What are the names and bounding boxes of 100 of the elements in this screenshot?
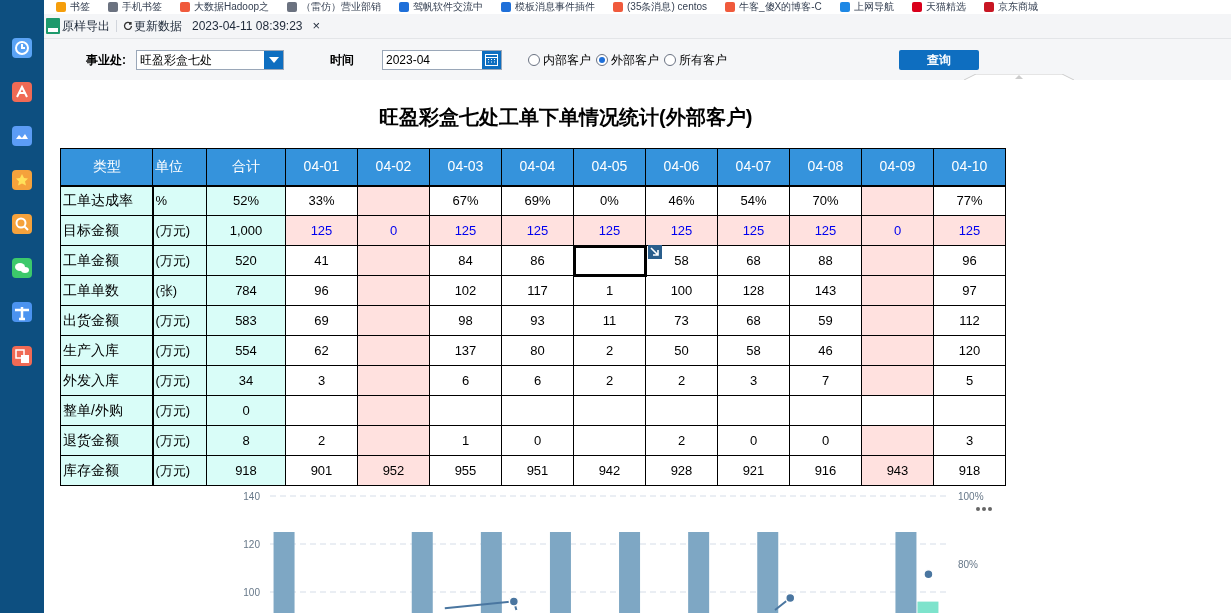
column-header: 类型 [60, 148, 153, 186]
table-cell: 125 [717, 215, 790, 246]
bookmark-link[interactable]: 手机书签 [108, 1, 162, 13]
table-cell: 125 [789, 215, 862, 246]
table-cell: 2 [285, 425, 358, 456]
table-cell: 8 [206, 425, 286, 456]
table-cell: 120 [933, 335, 1006, 366]
table-cell: 952 [357, 455, 430, 486]
customer-radio[interactable]: 内部客户 [528, 50, 591, 69]
table-cell: 1,000 [206, 215, 286, 246]
column-header: 04-04 [501, 148, 574, 186]
table-cell: 98 [429, 305, 502, 336]
table-cell: 工单金额 [60, 245, 153, 276]
table-cell: (万元) [152, 365, 207, 396]
table-cell: (万元) [152, 455, 207, 486]
close-button[interactable]: × [312, 16, 321, 36]
column-header: 04-10 [933, 148, 1006, 186]
bookmark-link[interactable]: 书签 [56, 1, 90, 13]
table-cell: 2 [645, 365, 718, 396]
table-cell: 69 [285, 305, 358, 336]
axis-label: 120 [243, 539, 260, 550]
refresh-button[interactable]: 更新数据 [123, 17, 182, 35]
table-cell: 50 [645, 335, 718, 366]
axis-label: 100 [243, 587, 260, 598]
bookmark-link[interactable]: 驾帆软件交流中 [399, 1, 484, 13]
customer-radio[interactable]: 所有客户 [664, 50, 727, 69]
table-cell: 2 [573, 335, 646, 366]
table-cell: 33% [285, 185, 358, 216]
table-cell: 34 [206, 365, 286, 396]
bookmark-link[interactable]: 牛客_傻X的博客-C [725, 1, 822, 13]
table-cell: 88 [789, 245, 862, 276]
table-cell: 128 [717, 275, 790, 306]
report-title: 旺盈彩盒七处工单下单情况统计(外部客户) [379, 105, 754, 130]
table-cell: 5 [933, 365, 1006, 396]
table-cell: 外发入库 [60, 365, 153, 396]
table-cell: 0% [573, 185, 646, 216]
table-cell: 918 [933, 455, 1006, 486]
table-cell: 943 [861, 455, 934, 486]
division-dropdown[interactable]: 旺盈彩盒七处 [136, 49, 284, 70]
column-header: 合计 [206, 148, 286, 186]
table-cell: (张) [152, 275, 207, 306]
table-cell: 143 [789, 275, 862, 306]
table-cell: 出货金额 [60, 305, 153, 336]
table-cell: 86 [501, 245, 574, 276]
query-button[interactable]: 查询 [899, 49, 979, 70]
bookmark-link[interactable]: 上网导航 [839, 1, 894, 13]
export-button[interactable]: 原样导出 [46, 17, 110, 35]
table-cell: 77% [933, 185, 1006, 216]
table-cell: 96 [933, 245, 1006, 276]
month-field[interactable]: 2023-04 [382, 49, 502, 70]
table-cell: 554 [206, 335, 286, 366]
table-cell: 125 [285, 215, 358, 246]
customer-radio[interactable]: 外部客户 [596, 50, 659, 69]
table-cell: 0 [789, 425, 862, 456]
table-cell: 102 [429, 275, 502, 306]
table-cell: 库存金额 [60, 455, 153, 486]
table-cell: 125 [501, 215, 574, 246]
table-cell: 46 [789, 335, 862, 366]
table-cell: 2 [645, 425, 718, 456]
table-cell: 0 [717, 425, 790, 456]
table-cell: 916 [789, 455, 862, 486]
table-cell: 41 [285, 245, 358, 276]
column-header: 04-01 [285, 148, 358, 186]
table-cell: (万元) [152, 425, 207, 456]
table-cell: 工单达成率 [60, 185, 153, 216]
axis-label: 140 [243, 491, 260, 502]
bookmark-link[interactable]: 京东商城 [983, 1, 1038, 13]
timestamp: 2023-04-11 08:39:23 [192, 18, 303, 35]
column-header: 04-05 [573, 148, 646, 186]
table-cell: 52% [206, 185, 286, 216]
table-cell: 784 [206, 275, 286, 306]
table-cell: 125 [933, 215, 1006, 246]
table-cell: (万元) [152, 305, 207, 336]
table-cell: (万元) [152, 335, 207, 366]
table-cell: (万元) [152, 395, 207, 426]
table-cell: (万元) [152, 245, 207, 276]
table-cell: 62 [285, 335, 358, 366]
table-cell: 2 [573, 365, 646, 396]
bookmark-link[interactable]: (35条消息) centos [613, 1, 708, 13]
table-cell: 951 [501, 455, 574, 486]
bookmark-link[interactable]: 大数据Hadoop之 [180, 1, 270, 13]
table-cell: 6 [501, 365, 574, 396]
column-header: 04-02 [357, 148, 430, 186]
table-cell: 583 [206, 305, 286, 336]
table-cell: 69% [501, 185, 574, 216]
table-cell: 目标金额 [60, 215, 153, 246]
bookmark-link[interactable]: 天猫精选 [911, 1, 966, 13]
table-cell: 生产入库 [60, 335, 153, 366]
table-cell: 0 [206, 395, 286, 426]
axis-label: 100% [958, 491, 984, 502]
table-cell: 70% [789, 185, 862, 216]
column-header: 单位 [152, 148, 207, 186]
bookmark-link[interactable]: 模板消息事件插件 [501, 1, 596, 13]
table-cell: (万元) [152, 215, 207, 246]
table-cell: 67% [429, 185, 502, 216]
table-cell: 46% [645, 185, 718, 216]
table-cell: 942 [573, 455, 646, 486]
table-cell: 11 [573, 305, 646, 336]
table-cell: 918 [206, 455, 286, 486]
bookmark-link[interactable]: （雷仿）营业部销 [287, 1, 382, 13]
